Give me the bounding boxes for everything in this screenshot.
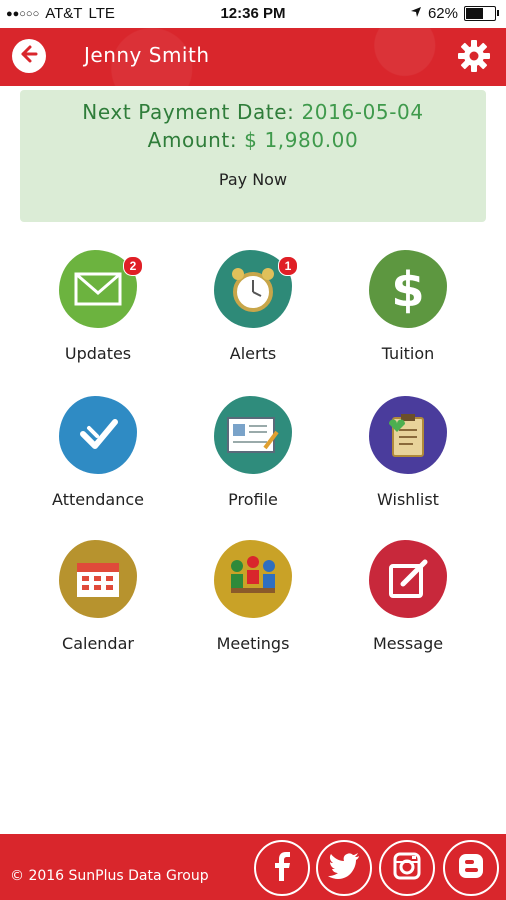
gear-icon — [456, 40, 492, 78]
menu-tile-message[interactable]: Message — [333, 540, 483, 670]
menu-tile-wishlist[interactable]: Wishlist — [333, 396, 483, 526]
dollar-icon: $ — [369, 250, 447, 328]
menu-label: Meetings — [216, 634, 290, 653]
alerts-badge: 1 — [278, 256, 298, 276]
menu-label: Message — [372, 634, 444, 653]
updates-badge: 2 — [123, 256, 143, 276]
copyright-text: © 2016 SunPlus Data Group — [10, 868, 209, 884]
menu-label: Attendance — [52, 490, 144, 509]
menu-tile-profile[interactable]: Profile — [178, 396, 328, 526]
page-title: Jenny Smith — [84, 43, 210, 67]
menu-tile-attendance[interactable]: Attendance — [23, 396, 173, 526]
menu-label: Calendar — [62, 634, 134, 653]
blogger-button[interactable] — [443, 840, 499, 896]
facebook-button[interactable] — [254, 840, 310, 896]
amount-label: Amount: — [147, 128, 238, 152]
battery-percent: 62% — [427, 5, 458, 22]
clipboard-icon — [369, 396, 447, 474]
menu-label: Tuition — [381, 344, 435, 363]
menu-tile-updates[interactable]: 2 Updates — [23, 250, 173, 380]
settings-button[interactable] — [456, 38, 492, 74]
back-arrow-icon — [18, 43, 40, 69]
amount-line: Amount: $ 1,980.00 — [20, 128, 486, 152]
menu-label: Profile — [228, 490, 278, 509]
back-button[interactable] — [12, 39, 46, 73]
menu-tile-alerts[interactable]: 1 Alerts — [178, 250, 328, 380]
meeting-icon — [214, 540, 292, 618]
battery-icon — [464, 6, 499, 21]
status-right: 62% — [410, 5, 499, 22]
menu-tile-calendar[interactable]: Calendar — [23, 540, 173, 670]
battery-fill — [466, 8, 483, 19]
instagram-button[interactable] — [379, 840, 435, 896]
status-bar: ●●○○○ AT&T LTE 12:36 PM 62% — [0, 0, 506, 28]
svg-text:$: $ — [391, 262, 424, 316]
blogger-icon — [457, 852, 485, 884]
instagram-icon — [393, 852, 421, 884]
location-arrow-icon — [410, 5, 422, 22]
footer: © 2016 SunPlus Data Group — [0, 834, 506, 900]
menu-label: Updates — [64, 344, 132, 363]
payment-card: Next Payment Date: 2016-05-04 Amount: $ … — [20, 90, 486, 222]
checkmark-icon — [59, 396, 137, 474]
next-payment-date: 2016-05-04 — [301, 100, 424, 124]
calendar-icon — [59, 540, 137, 618]
menu-label: Alerts — [229, 344, 277, 363]
facebook-icon — [271, 851, 293, 885]
next-payment-label: Next Payment Date: — [82, 100, 295, 124]
next-payment-line: Next Payment Date: 2016-05-04 — [20, 100, 486, 124]
edit-message-icon — [369, 540, 447, 618]
pay-now-button[interactable]: Pay Now — [183, 166, 323, 192]
profile-card-icon — [214, 396, 292, 474]
app-header: Jenny Smith — [0, 28, 506, 86]
twitter-button[interactable] — [316, 840, 372, 896]
amount-value: $ 1,980.00 — [244, 128, 359, 152]
menu-tile-meetings[interactable]: Meetings — [178, 540, 328, 670]
menu-label: Wishlist — [377, 490, 439, 509]
twitter-icon — [328, 853, 360, 883]
menu-tile-tuition[interactable]: $ Tuition — [333, 250, 483, 380]
